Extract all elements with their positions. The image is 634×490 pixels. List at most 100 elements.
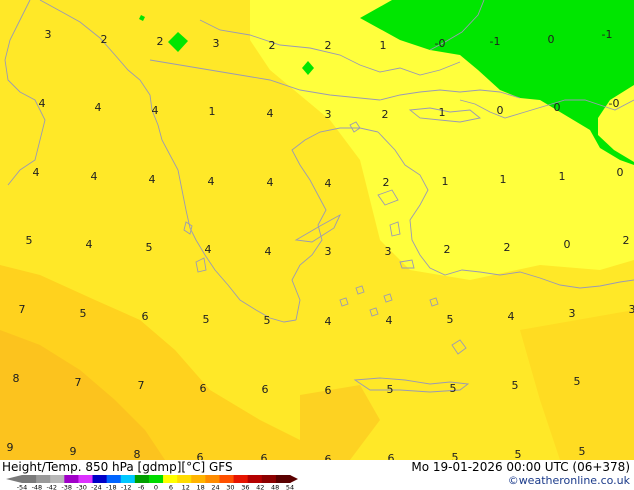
contour-label: 4	[325, 315, 332, 328]
contour-label: 1	[439, 106, 446, 119]
colorbar-tick-label: 48	[271, 484, 279, 490]
contour-label: 4	[95, 101, 102, 114]
colorbar-tick-label: 30	[226, 484, 234, 490]
colorbar-swatch	[163, 475, 178, 483]
colorbar-swatch	[78, 475, 94, 483]
contour-label: 5	[264, 314, 271, 327]
contour-label: 5	[146, 241, 153, 254]
contour-label: 6	[325, 453, 332, 460]
contour-label: 5	[26, 234, 33, 247]
contour-label: 4	[386, 314, 393, 327]
contour-label: 1	[380, 39, 387, 52]
colorbar-swatch	[191, 475, 206, 483]
colorbar-swatch	[36, 475, 51, 483]
colorbar: -54 -48 -42 -38 -30 -24 -18 -12 -6 0 6 12 18 24 30 36 42…	[6, 475, 298, 490]
credit-link[interactable]: ©weatheronline.co.uk	[508, 474, 630, 487]
colorbar-arrow-left	[6, 475, 22, 483]
contour-label: 0	[554, 101, 561, 114]
contour-label: 6	[197, 451, 204, 460]
contour-label: 1	[442, 175, 449, 188]
contour-label: 8	[134, 448, 141, 460]
contour-label: 5	[512, 379, 519, 392]
contour-label: 2	[504, 241, 511, 254]
contour-label: 3	[629, 303, 634, 316]
colorbar-swatch	[106, 475, 122, 483]
colorbar-tick-label: -42	[46, 484, 57, 490]
contour-label: 2	[157, 35, 164, 48]
contour-label: 3	[569, 307, 576, 320]
colorbar-swatch	[92, 475, 108, 483]
contour-label: 6	[261, 452, 268, 460]
colorbar-tick-label: -30	[76, 484, 87, 490]
contour-label: 6	[325, 384, 332, 397]
contour-label: 4	[152, 104, 159, 117]
colorbar-tick-label: 42	[256, 484, 264, 490]
contour-label: 0	[497, 104, 504, 117]
colorbar-swatch	[219, 475, 235, 483]
contour-label: 3	[325, 245, 332, 258]
contour-label: 5	[452, 451, 459, 460]
contour-label: 0	[617, 166, 624, 179]
colorbar-swatch	[64, 475, 79, 483]
contour-label: 2	[382, 108, 389, 121]
colorbar-tick-label: -18	[106, 484, 117, 490]
colorbar-tick-label: -24	[91, 484, 102, 490]
contour-label: -0	[609, 97, 620, 110]
contour-label: 1	[559, 170, 566, 183]
map-title: Height/Temp. 850 hPa [gdmp][°C] GFS	[2, 460, 233, 474]
contour-label: 7	[75, 376, 82, 389]
contour-label: 3	[385, 245, 392, 258]
contour-label: 5	[450, 382, 457, 395]
contour-label: 4	[508, 310, 515, 323]
colorbar-swatch	[120, 475, 136, 483]
contour-label: 4	[265, 245, 272, 258]
contour-label: 9	[70, 445, 77, 458]
colorbar-swatch	[261, 475, 277, 483]
colorbar-swatch	[22, 475, 37, 483]
colorbar-swatch	[233, 475, 249, 483]
contour-label: 2	[383, 176, 390, 189]
contour-label: 2	[101, 33, 108, 46]
colorbar-tick-label: 6	[169, 484, 173, 490]
contour-label: 3	[213, 37, 220, 50]
contour-label: 5	[203, 313, 210, 326]
map-timestamp: Mo 19-01-2026 00:00 UTC (06+378)	[411, 460, 630, 474]
colorbar-swatch	[275, 475, 291, 483]
contour-label: -0	[435, 37, 446, 50]
contour-label: 6	[142, 310, 149, 323]
colorbar-swatch	[177, 475, 192, 483]
contour-label: 4	[205, 243, 212, 256]
contour-label: 4	[325, 177, 332, 190]
contour-label: 2	[269, 39, 276, 52]
colorbar-tick-label: -48	[32, 484, 43, 490]
map-footer: Height/Temp. 850 hPa [gdmp][°C] GFS Mo 1…	[0, 460, 634, 490]
colorbar-tick-label: 54	[286, 484, 294, 490]
colorbar-tick-label: -6	[138, 484, 144, 490]
colorbar-swatch	[50, 475, 65, 483]
contour-label: 4	[33, 166, 40, 179]
contour-label: -1	[602, 28, 613, 41]
weather-map: 3 2 2 3 2 2 1 -0 -1 0 -1 4 4 4 1 4 3 2 1 0 0 -0 4 4 4 4 4 4 2 1 1 1 0 5 4 5…	[0, 0, 634, 466]
contour-label: 4	[91, 170, 98, 183]
contour-label: 5	[80, 307, 87, 320]
colorbar-tick-label: -12	[121, 484, 132, 490]
contour-label: 0	[564, 238, 571, 251]
contour-label: 8	[13, 372, 20, 385]
contour-label: 2	[325, 39, 332, 52]
colorbar-swatch	[134, 475, 150, 483]
contour-label: 4	[39, 97, 46, 110]
contour-label: 4	[86, 238, 93, 251]
contour-label: 4	[267, 176, 274, 189]
contour-label: 2	[444, 243, 451, 256]
colorbar-tick-label: -38	[61, 484, 72, 490]
contour-label: 0	[548, 33, 555, 46]
contour-label: 5	[579, 445, 586, 458]
colorbar-tick-label: 12	[182, 484, 190, 490]
contour-label: 6	[200, 382, 207, 395]
contour-label: 2	[623, 234, 630, 247]
contour-label: -1	[490, 35, 501, 48]
colorbar-arrow-right	[290, 475, 298, 483]
colorbar-swatch	[148, 475, 164, 483]
colorbar-swatch	[247, 475, 263, 483]
contour-label: 4	[208, 175, 215, 188]
